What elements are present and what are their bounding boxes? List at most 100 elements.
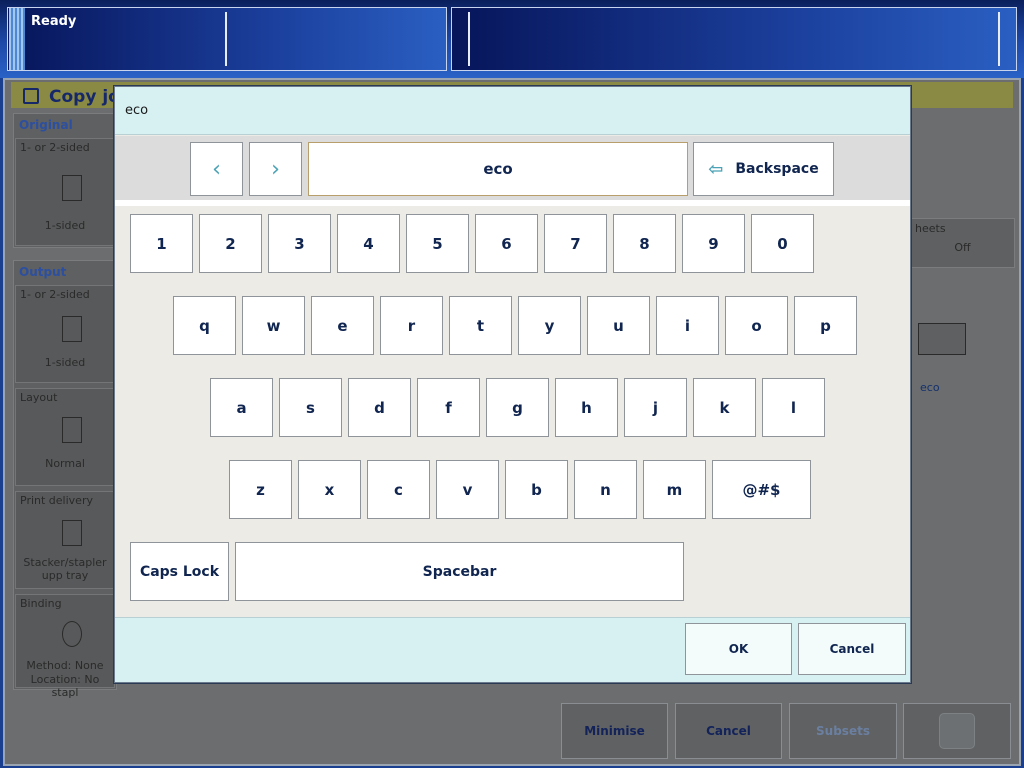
key-label: d xyxy=(374,398,385,417)
key-label: r xyxy=(407,316,416,335)
bottom-cancel-button[interactable]: Cancel xyxy=(675,703,782,759)
key-label: e xyxy=(337,316,348,335)
key-0[interactable]: 0 xyxy=(751,214,814,273)
key-7[interactable]: 7 xyxy=(544,214,607,273)
print-delivery-tile[interactable]: Print delivery Stacker/stapler upp tray xyxy=(15,491,115,589)
text-input[interactable]: eco xyxy=(308,142,688,196)
copy-job-icon xyxy=(23,88,39,104)
key-o[interactable]: o xyxy=(725,296,788,355)
original-sides-value: 1-sided xyxy=(44,219,86,232)
key-label: 2 xyxy=(225,234,236,253)
key-i[interactable]: i xyxy=(656,296,719,355)
key-n[interactable]: n xyxy=(574,460,637,519)
key-8[interactable]: 8 xyxy=(613,214,676,273)
key-e[interactable]: e xyxy=(311,296,374,355)
subsets-button[interactable]: Subsets xyxy=(789,703,897,759)
binding-none-icon xyxy=(62,621,82,647)
key-l[interactable]: l xyxy=(762,378,825,437)
key-label: y xyxy=(544,316,555,335)
caps-lock-button[interactable]: Caps Lock xyxy=(130,542,229,601)
key-k[interactable]: k xyxy=(693,378,756,437)
ok-label: OK xyxy=(728,642,749,656)
key-x[interactable]: x xyxy=(298,460,361,519)
status-divider xyxy=(225,12,227,66)
output-section: Output 1- or 2-sided 1-sided Layout Norm… xyxy=(13,260,117,699)
key-9[interactable]: 9 xyxy=(682,214,745,273)
key-b[interactable]: b xyxy=(505,460,568,519)
cancel-button[interactable]: Cancel xyxy=(798,623,906,675)
key-s[interactable]: s xyxy=(279,378,342,437)
stacker-icon xyxy=(62,520,82,546)
symbols-key-label: @#$ xyxy=(742,480,781,499)
arrow-left-icon: ⇦ xyxy=(708,158,724,180)
key-q[interactable]: q xyxy=(173,296,236,355)
key-d[interactable]: d xyxy=(348,378,411,437)
output-sides-tile[interactable]: 1- or 2-sided 1-sided xyxy=(15,285,115,383)
key-label: 5 xyxy=(432,234,443,253)
ok-button[interactable]: OK xyxy=(685,623,792,675)
layout-tile[interactable]: Layout Normal xyxy=(15,388,115,486)
chevron-right-icon: › xyxy=(271,156,280,182)
original-section-title: Original xyxy=(19,118,73,132)
key-m[interactable]: m xyxy=(643,460,706,519)
key-label: t xyxy=(476,316,485,335)
key-p[interactable]: p xyxy=(794,296,857,355)
key-label: h xyxy=(581,398,592,417)
dialog-title: eco xyxy=(125,103,149,118)
key-label: b xyxy=(531,480,542,499)
original-sides-label: 1- or 2-sided xyxy=(20,141,90,154)
output-section-title: Output xyxy=(19,265,67,279)
key-w[interactable]: w xyxy=(242,296,305,355)
key-v[interactable]: v xyxy=(436,460,499,519)
backspace-button[interactable]: ⇦ Backspace xyxy=(693,142,834,196)
key-label: k xyxy=(719,398,730,417)
sheets-label: heets xyxy=(915,222,946,235)
key-label: 1 xyxy=(156,234,167,253)
cursor-left-button[interactable]: ‹ xyxy=(190,142,243,196)
key-6[interactable]: 6 xyxy=(475,214,538,273)
key-z[interactable]: z xyxy=(229,460,292,519)
binding-tile[interactable]: Binding Method: None Location: No stapl xyxy=(15,594,115,699)
page-icon xyxy=(62,175,82,201)
original-sides-tile[interactable]: 1- or 2-sided 1-sided xyxy=(15,138,115,246)
key-label: p xyxy=(820,316,831,335)
symbols-key[interactable]: @#$ xyxy=(712,460,811,519)
key-g[interactable]: g xyxy=(486,378,549,437)
key-r[interactable]: r xyxy=(380,296,443,355)
key-t[interactable]: t xyxy=(449,296,512,355)
key-4[interactable]: 4 xyxy=(337,214,400,273)
key-label: j xyxy=(652,398,659,417)
key-label: q xyxy=(199,316,210,335)
cancel-label: Cancel xyxy=(829,642,875,656)
eco-icon xyxy=(918,323,966,355)
key-1[interactable]: 1 xyxy=(130,214,193,273)
cursor-right-button[interactable]: › xyxy=(249,142,302,196)
key-3[interactable]: 3 xyxy=(268,214,331,273)
status-text: Ready xyxy=(31,14,77,29)
sheets-tile[interactable]: heets Off xyxy=(910,218,1015,268)
key-label: n xyxy=(600,480,611,499)
binding-label: Binding xyxy=(20,597,62,610)
key-u[interactable]: u xyxy=(587,296,650,355)
start-button[interactable] xyxy=(903,703,1011,759)
key-a[interactable]: a xyxy=(210,378,273,437)
key-label: a xyxy=(236,398,247,417)
dialog-title-bar: eco xyxy=(115,87,910,135)
key-label: 3 xyxy=(294,234,305,253)
page-icon xyxy=(62,316,82,342)
key-label: l xyxy=(790,398,797,417)
key-label: 6 xyxy=(501,234,512,253)
key-5[interactable]: 5 xyxy=(406,214,469,273)
key-2[interactable]: 2 xyxy=(199,214,262,273)
minimise-button[interactable]: Minimise xyxy=(561,703,668,759)
key-j[interactable]: j xyxy=(624,378,687,437)
layout-normal-icon xyxy=(62,417,82,443)
key-label: m xyxy=(666,480,683,499)
key-y[interactable]: y xyxy=(518,296,581,355)
key-f[interactable]: f xyxy=(417,378,480,437)
key-c[interactable]: c xyxy=(367,460,430,519)
status-bar: Ready xyxy=(0,0,1024,78)
key-h[interactable]: h xyxy=(555,378,618,437)
status-panel-left: Ready xyxy=(7,7,447,71)
spacebar-button[interactable]: Spacebar xyxy=(235,542,684,601)
